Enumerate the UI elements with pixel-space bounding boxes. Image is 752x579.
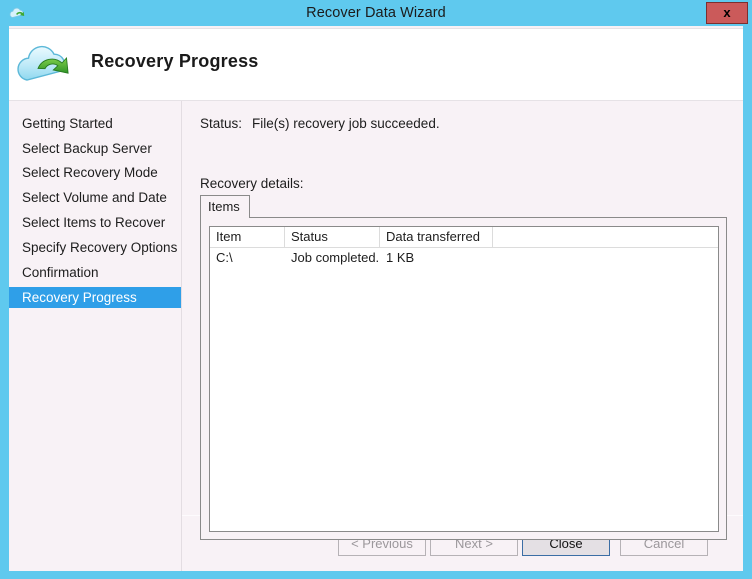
column-header-blank[interactable] xyxy=(493,227,718,247)
column-header-status[interactable]: Status xyxy=(285,227,380,247)
cell-data-transferred: 1 KB xyxy=(386,250,415,265)
title-bar: Recover Data Wizard x xyxy=(0,0,752,26)
sidebar-item-recovery-progress[interactable]: Recovery Progress xyxy=(9,287,181,308)
sidebar-item-select-recovery-mode[interactable]: Select Recovery Mode xyxy=(9,162,181,183)
sidebar-item-getting-started[interactable]: Getting Started xyxy=(9,113,181,134)
column-header-data-transferred[interactable]: Data transferred xyxy=(380,227,493,247)
sidebar-item-select-backup-server[interactable]: Select Backup Server xyxy=(9,138,181,159)
window-title: Recover Data Wizard xyxy=(306,5,446,21)
recovery-details-label: Recovery details: xyxy=(200,176,304,191)
page-title: Recovery Progress xyxy=(91,51,259,71)
table-row[interactable]: C:\ Job completed. 1 KB xyxy=(210,248,718,268)
tab-panel: Item Status Data transferred C:\ Job com… xyxy=(200,217,727,540)
cell-blank xyxy=(493,248,718,268)
window-edge-left xyxy=(0,26,9,579)
status-label: Status: xyxy=(200,116,243,131)
tab-panel-notch xyxy=(201,217,249,218)
content-area: Status: File(s) recovery job succeeded. … xyxy=(182,101,743,571)
sidebar-item-specify-recovery-options[interactable]: Specify Recovery Options xyxy=(9,237,181,258)
tab-items[interactable]: Items xyxy=(200,195,250,218)
sidebar-item-confirmation[interactable]: Confirmation xyxy=(9,262,181,283)
cell-item: C:\ xyxy=(216,250,233,265)
recovery-items-list[interactable]: Item Status Data transferred C:\ Job com… xyxy=(209,226,719,532)
close-icon[interactable]: x xyxy=(706,2,748,24)
status-value: File(s) recovery job succeeded. xyxy=(252,116,440,131)
column-header-item[interactable]: Item xyxy=(210,227,285,247)
wizard-header: Recovery Progress xyxy=(9,28,743,101)
wizard-step-nav: Getting Started Select Backup Server Sel… xyxy=(9,101,181,571)
recover-data-wizard-window: Recover Data Wizard x Recovery Progress … xyxy=(0,0,752,579)
window-edge-bottom xyxy=(0,571,752,579)
window-edge-right xyxy=(743,26,752,579)
cloud-recovery-icon xyxy=(14,35,82,89)
sidebar-item-select-volume-and-date[interactable]: Select Volume and Date xyxy=(9,187,181,208)
table-header-row: Item Status Data transferred xyxy=(210,227,718,248)
cell-status: Job completed. xyxy=(291,250,380,265)
sidebar-item-select-items-to-recover[interactable]: Select Items to Recover xyxy=(9,212,181,233)
